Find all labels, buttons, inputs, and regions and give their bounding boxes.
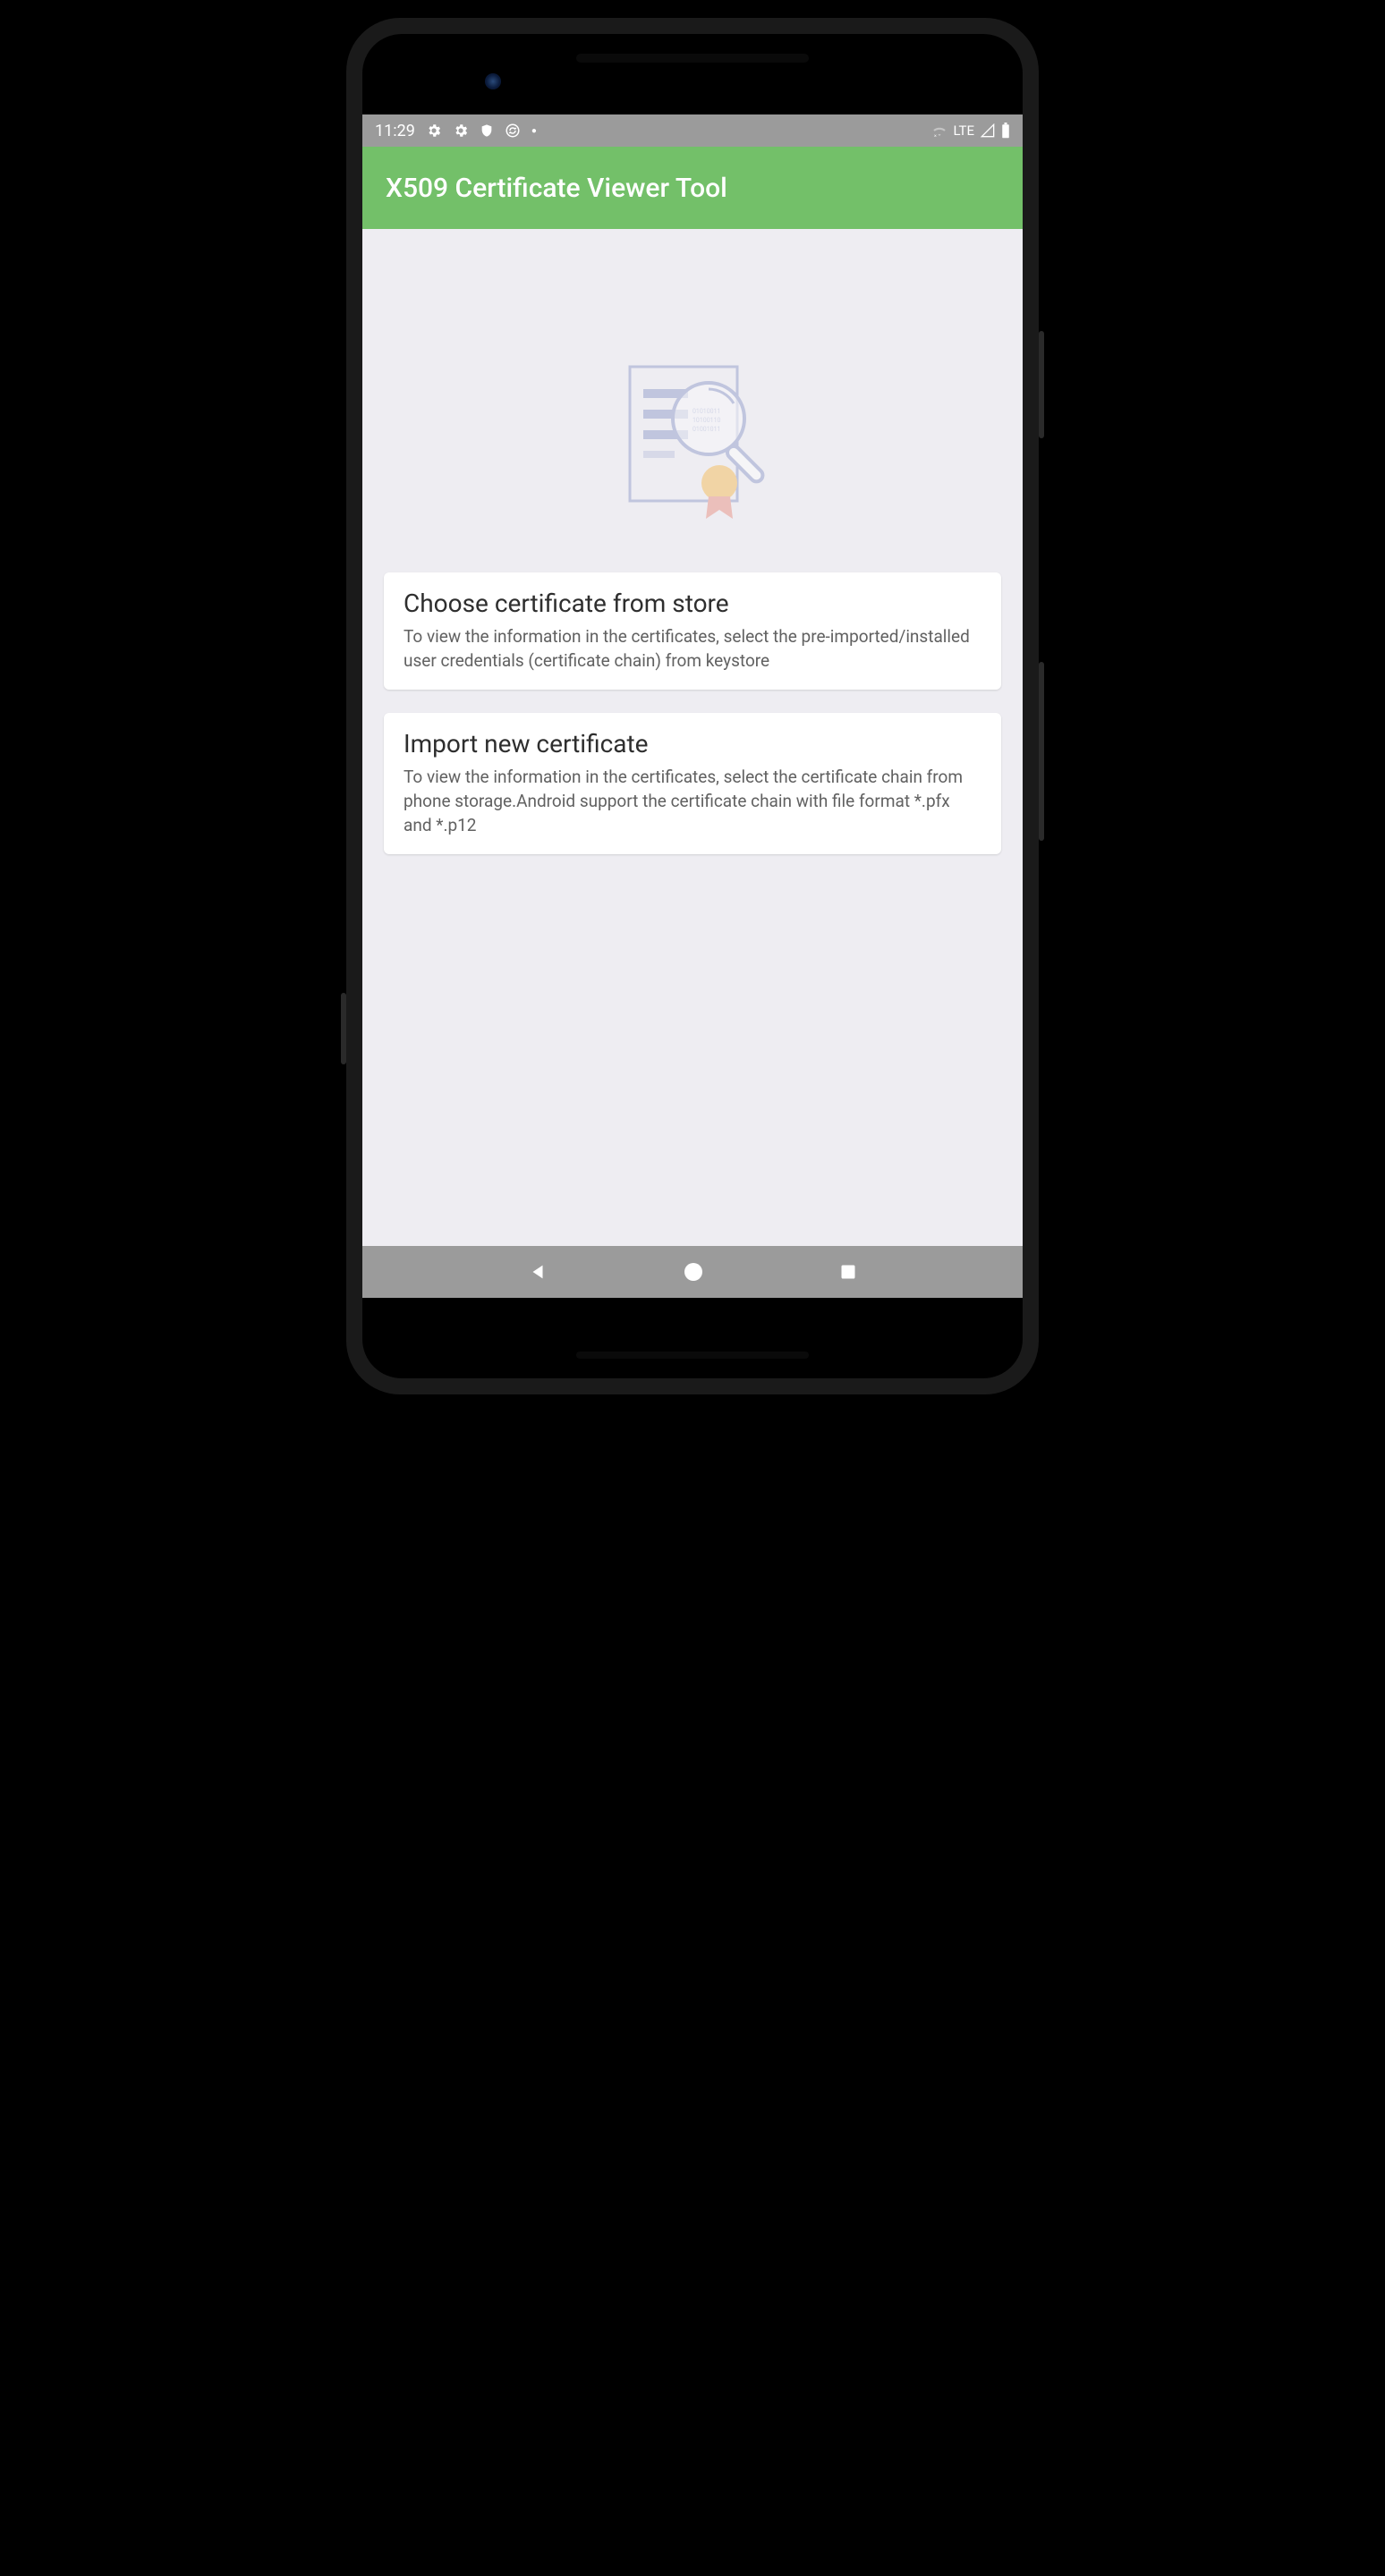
status-bar: 11:29 ● × <box>362 114 1023 147</box>
content-area: 01010011 10100110 01001011 Choose certif… <box>362 229 1023 1246</box>
card-description: To view the information in the certifica… <box>404 625 981 674</box>
card-description: To view the information in the certifica… <box>404 766 981 838</box>
screen: 11:29 ● × <box>362 114 1023 1298</box>
certificate-illustration: 01010011 10100110 01001011 <box>384 358 1001 528</box>
phone-speaker-top <box>576 54 809 63</box>
network-label: LTE <box>953 123 974 139</box>
settings-gear-icon <box>426 123 442 139</box>
dot-icon: ● <box>531 126 537 136</box>
app-title: X509 Certificate Viewer Tool <box>386 173 727 204</box>
wifi-off-icon: × <box>931 123 947 138</box>
import-certificate-card[interactable]: Import new certificate To view the infor… <box>384 713 1001 854</box>
update-icon <box>505 123 521 139</box>
power-button <box>1039 331 1044 438</box>
choose-certificate-card[interactable]: Choose certificate from store To view th… <box>384 572 1001 690</box>
volume-button <box>1039 662 1044 841</box>
battery-icon <box>1001 123 1010 139</box>
phone-camera <box>485 73 501 89</box>
settings-gear-icon-2 <box>453 123 469 139</box>
side-button <box>341 993 346 1064</box>
home-button[interactable] <box>683 1261 704 1283</box>
phone-speaker-bottom <box>576 1352 809 1359</box>
recent-apps-button[interactable] <box>839 1263 857 1281</box>
status-time: 11:29 <box>375 122 415 140</box>
shield-icon <box>480 123 494 139</box>
svg-text:01001011: 01001011 <box>692 426 720 433</box>
signal-icon <box>980 123 996 138</box>
back-button[interactable] <box>528 1261 548 1283</box>
svg-text:×: × <box>934 134 937 139</box>
svg-text:01010011: 01010011 <box>692 408 720 415</box>
navigation-bar <box>362 1246 1023 1298</box>
svg-text:10100110: 10100110 <box>692 417 721 424</box>
card-title: Choose certificate from store <box>404 589 981 618</box>
app-bar: X509 Certificate Viewer Tool <box>362 147 1023 229</box>
card-title: Import new certificate <box>404 729 981 758</box>
phone-frame: 11:29 ● × <box>346 18 1039 1394</box>
